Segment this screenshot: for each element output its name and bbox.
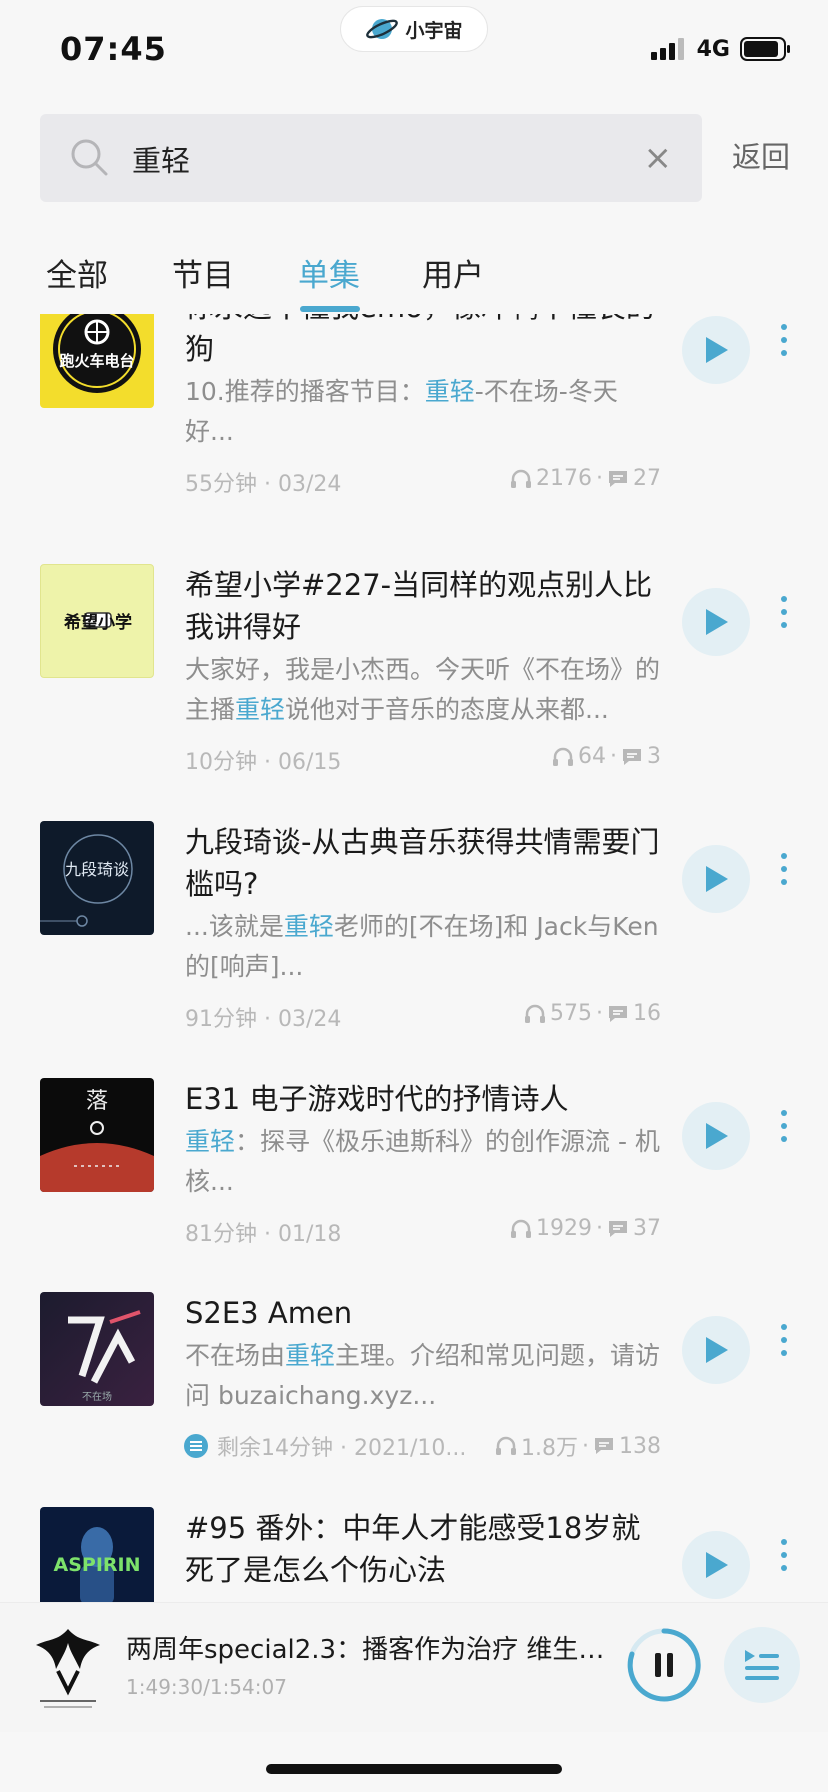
episode-cover: 跑火车电台: [40, 314, 154, 408]
play-icon: [706, 866, 728, 892]
list-item[interactable]: 九段琦谈 九段琦谈-从古典音乐获得共情需要门槛吗? ...该就是重轻老师的[不在…: [0, 821, 828, 1061]
list-item[interactable]: 跑火车电台 你永远不懂我emo，像冲鸭不懂丧的狗 10.推荐的播客节目：重轻-不…: [0, 314, 828, 526]
search-input[interactable]: 重轻: [132, 138, 190, 180]
app-indicator-pill[interactable]: 小宇宙: [340, 6, 488, 52]
more-options-icon[interactable]: [778, 596, 790, 628]
episode-description: 重轻：探寻《极乐迪斯科》的创作源流 - 机核...: [185, 1127, 660, 1196]
episode-description: ...该就是重轻老师的[不在场]和 Jack与Ken的[响声]...: [185, 912, 659, 981]
more-options-icon[interactable]: [778, 1110, 790, 1142]
tab-programs[interactable]: 节目: [172, 250, 234, 295]
list-item[interactable]: ASPIRIN #95 番外：中年人才能感受18岁就死了是怎么个伤心法: [0, 1507, 828, 1602]
cover-text: 跑火车电台: [59, 352, 134, 370]
play-button[interactable]: [682, 845, 750, 913]
tab-episodes[interactable]: 单集: [298, 250, 360, 295]
search-bar[interactable]: 重轻 ×: [40, 114, 702, 202]
episode-description: 10.推荐的播客节目：重轻-不在场-冬天好...: [185, 377, 618, 446]
more-options-icon[interactable]: [778, 324, 790, 356]
play-button[interactable]: [682, 588, 750, 656]
episode-title[interactable]: 希望小学#227-当同样的观点别人比我讲得好: [185, 564, 665, 648]
episode-meta: 55分钟 · 03/24 2176 · 27: [185, 466, 661, 497]
pause-icon: [627, 1628, 701, 1702]
mini-player[interactable]: 两周年special2.3：播客作为治疗 维生素... 1:49:30/1:54…: [0, 1602, 828, 1732]
list-item[interactable]: 不在场 S2E3 Amen 不在场由重轻主理。介绍和常见问题，请访问 buzai…: [0, 1292, 828, 1512]
play-button[interactable]: [682, 1102, 750, 1170]
episode-title[interactable]: S2E3 Amen: [185, 1292, 665, 1334]
cover-text: 希望小学: [64, 612, 132, 633]
episode-title[interactable]: 九段琦谈-从古典音乐获得共情需要门槛吗?: [185, 821, 665, 905]
comment-icon: [595, 1438, 613, 1454]
app-name: 小宇宙: [405, 19, 463, 42]
comment-icon: [609, 1220, 627, 1237]
episode-meta: 91分钟 · 03/24 575 · 16: [185, 1001, 661, 1032]
planet-icon: [366, 19, 399, 39]
comment-icon: [623, 748, 641, 765]
episode-meta: 剩余14分钟 · 2021/10... 1.8万 · 138: [183, 1430, 661, 1461]
playlist-button[interactable]: [724, 1627, 800, 1703]
tab-all[interactable]: 全部: [46, 250, 108, 295]
headphones-icon: [511, 469, 531, 488]
search-icon: [71, 139, 108, 176]
more-options-icon[interactable]: [778, 1539, 790, 1571]
headphones-icon: [496, 1436, 516, 1455]
battery-icon: [740, 37, 790, 61]
play-icon: [706, 337, 728, 363]
episode-list: 跑火车电台 你永远不懂我emo，像冲鸭不懂丧的狗 10.推荐的播客节目：重轻-不…: [0, 314, 828, 1602]
episode-meta: 10分钟 · 06/15 64 · 3: [185, 744, 661, 775]
episode-cover: 希望小学: [40, 564, 154, 678]
play-button[interactable]: [682, 1316, 750, 1384]
episode-description: 不在场由重轻主理。介绍和常见问题，请访问 buzaichang.xyz...: [185, 1341, 661, 1410]
comment-icon: [609, 1005, 627, 1022]
status-bar: 07:45 小宇宙 4G: [0, 0, 828, 96]
tab-users[interactable]: 用户: [422, 250, 484, 295]
cover-text: 不在场: [82, 1390, 112, 1403]
headphones-icon: [511, 1219, 531, 1238]
back-button[interactable]: 返回: [732, 134, 790, 176]
headphones-icon: [525, 1004, 545, 1023]
home-indicator: [266, 1764, 562, 1774]
more-options-icon[interactable]: [778, 1324, 790, 1356]
episode-cover: 不在场: [40, 1292, 154, 1406]
episode-title[interactable]: 你永远不懂我emo，像冲鸭不懂丧的狗: [185, 314, 665, 370]
signal-icon: [650, 38, 684, 60]
pause-button[interactable]: [626, 1627, 702, 1703]
play-button[interactable]: [682, 316, 750, 384]
player-title[interactable]: 两周年special2.3：播客作为治疗 维生素...: [126, 1629, 608, 1666]
cover-text: 落: [86, 1089, 108, 1114]
player-time: 1:49:30/1:54:07: [126, 1675, 287, 1699]
clear-icon[interactable]: ×: [644, 138, 673, 178]
episode-cover: ASPIRIN: [40, 1507, 154, 1602]
play-icon: [706, 1337, 728, 1363]
play-icon: [706, 1123, 728, 1149]
headphones-icon: [553, 747, 573, 766]
list-item[interactable]: 落 E31 电子游戏时代的抒情诗人 重轻：探寻《极乐迪斯科》的创作源流 - 机核…: [0, 1078, 828, 1298]
cover-text: 九段琦谈: [65, 860, 129, 879]
episode-description: 大家好，我是小杰西。今天听《不在场》的主播重轻说他对于音乐的态度从来都...: [185, 655, 661, 724]
player-cover: [28, 1621, 108, 1713]
comment-icon: [609, 470, 627, 487]
active-tab-indicator: [300, 306, 360, 312]
playlist-icon: [745, 1650, 779, 1680]
play-icon: [706, 1552, 728, 1578]
episode-cover: 九段琦谈: [40, 821, 154, 935]
episode-cover: 落: [40, 1078, 154, 1192]
list-item[interactable]: 希望小学 希望小学#227-当同样的观点别人比我讲得好 大家好，我是小杰西。今天…: [0, 564, 828, 804]
cover-text: ASPIRIN: [54, 1554, 141, 1576]
status-time: 07:45: [60, 30, 167, 68]
episode-meta: 81分钟 · 01/18 1929 · 37: [185, 1216, 661, 1247]
playlist-progress-icon: [184, 1434, 208, 1458]
network-type: 4G: [696, 36, 730, 62]
episode-title[interactable]: E31 电子游戏时代的抒情诗人: [185, 1078, 665, 1120]
more-options-icon[interactable]: [778, 853, 790, 885]
search-tabs: 全部 节目 单集 用户: [0, 250, 828, 314]
play-button[interactable]: [682, 1531, 750, 1599]
play-icon: [706, 609, 728, 635]
episode-title[interactable]: #95 番外：中年人才能感受18岁就死了是怎么个伤心法: [185, 1507, 665, 1591]
